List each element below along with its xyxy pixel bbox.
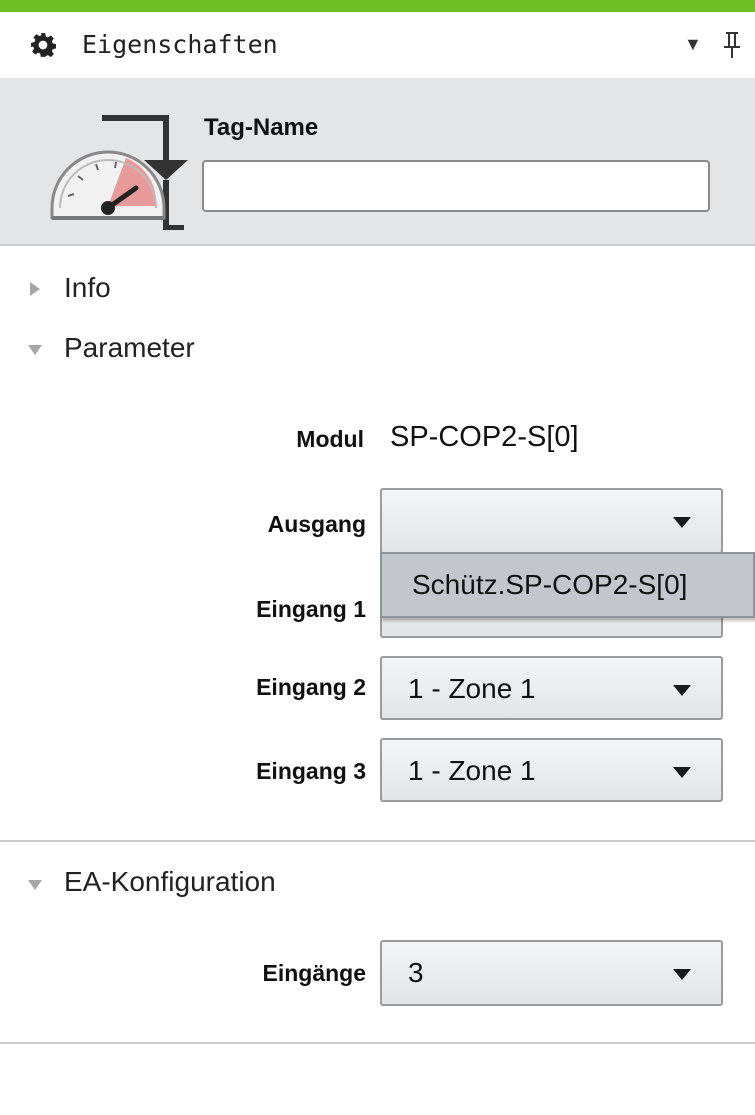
triangle-down-icon[interactable] [28, 880, 42, 890]
modul-value: SP-COP2-S[0] [390, 421, 579, 453]
chevron-down-icon [673, 969, 691, 980]
triangle-down-icon[interactable] [28, 345, 42, 355]
section-info-label[interactable]: Info [64, 272, 111, 304]
chevron-down-icon [673, 517, 691, 528]
triangle-right-icon[interactable] [30, 282, 40, 296]
eingaenge-select-value: 3 [408, 957, 424, 988]
chevron-down-icon [673, 767, 691, 778]
pin-icon[interactable] [722, 30, 742, 60]
eingang-1-label: Eingang 1 [256, 596, 366, 622]
tag-name-input[interactable] [202, 160, 710, 212]
chevron-down-icon [673, 685, 691, 696]
panel-title: Eigenschaften [82, 30, 278, 59]
eingang-2-select-value: 1 - Zone 1 [408, 673, 536, 704]
ausgang-select[interactable] [380, 488, 723, 554]
eingang-3-label: Eingang 3 [256, 758, 366, 784]
section-divider [0, 1042, 755, 1044]
eingang-3-select-value: 1 - Zone 1 [408, 755, 536, 786]
ausgang-dropdown-list: Schütz.SP-COP2-S[0] [380, 552, 755, 618]
dropdown-option[interactable]: Schütz.SP-COP2-S[0] [412, 554, 687, 616]
gear-icon[interactable] [30, 32, 56, 58]
section-ea-konfiguration-label[interactable]: EA-Konfiguration [64, 866, 276, 898]
eingang-3-select[interactable]: 1 - Zone 1 [380, 738, 723, 802]
panel-titlebar: Eigenschaften ▼ [0, 12, 755, 78]
accent-bar [0, 0, 755, 12]
ausgang-label: Ausgang [267, 511, 366, 537]
eingaenge-label: Eingänge [262, 960, 366, 986]
eingaenge-select[interactable]: 3 [380, 940, 723, 1006]
section-divider [0, 840, 755, 842]
tag-name-label: Tag-Name [204, 114, 319, 141]
eingang-2-label: Eingang 2 [256, 674, 366, 700]
section-parameter-label[interactable]: Parameter [64, 332, 195, 364]
gauge-tag-icon [50, 115, 188, 230]
tag-header: Tag-Name [0, 78, 755, 246]
eingang-2-select[interactable]: 1 - Zone 1 [380, 656, 723, 720]
triangle-down-icon[interactable]: ▼ [684, 34, 702, 55]
modul-label: Modul [296, 426, 364, 452]
